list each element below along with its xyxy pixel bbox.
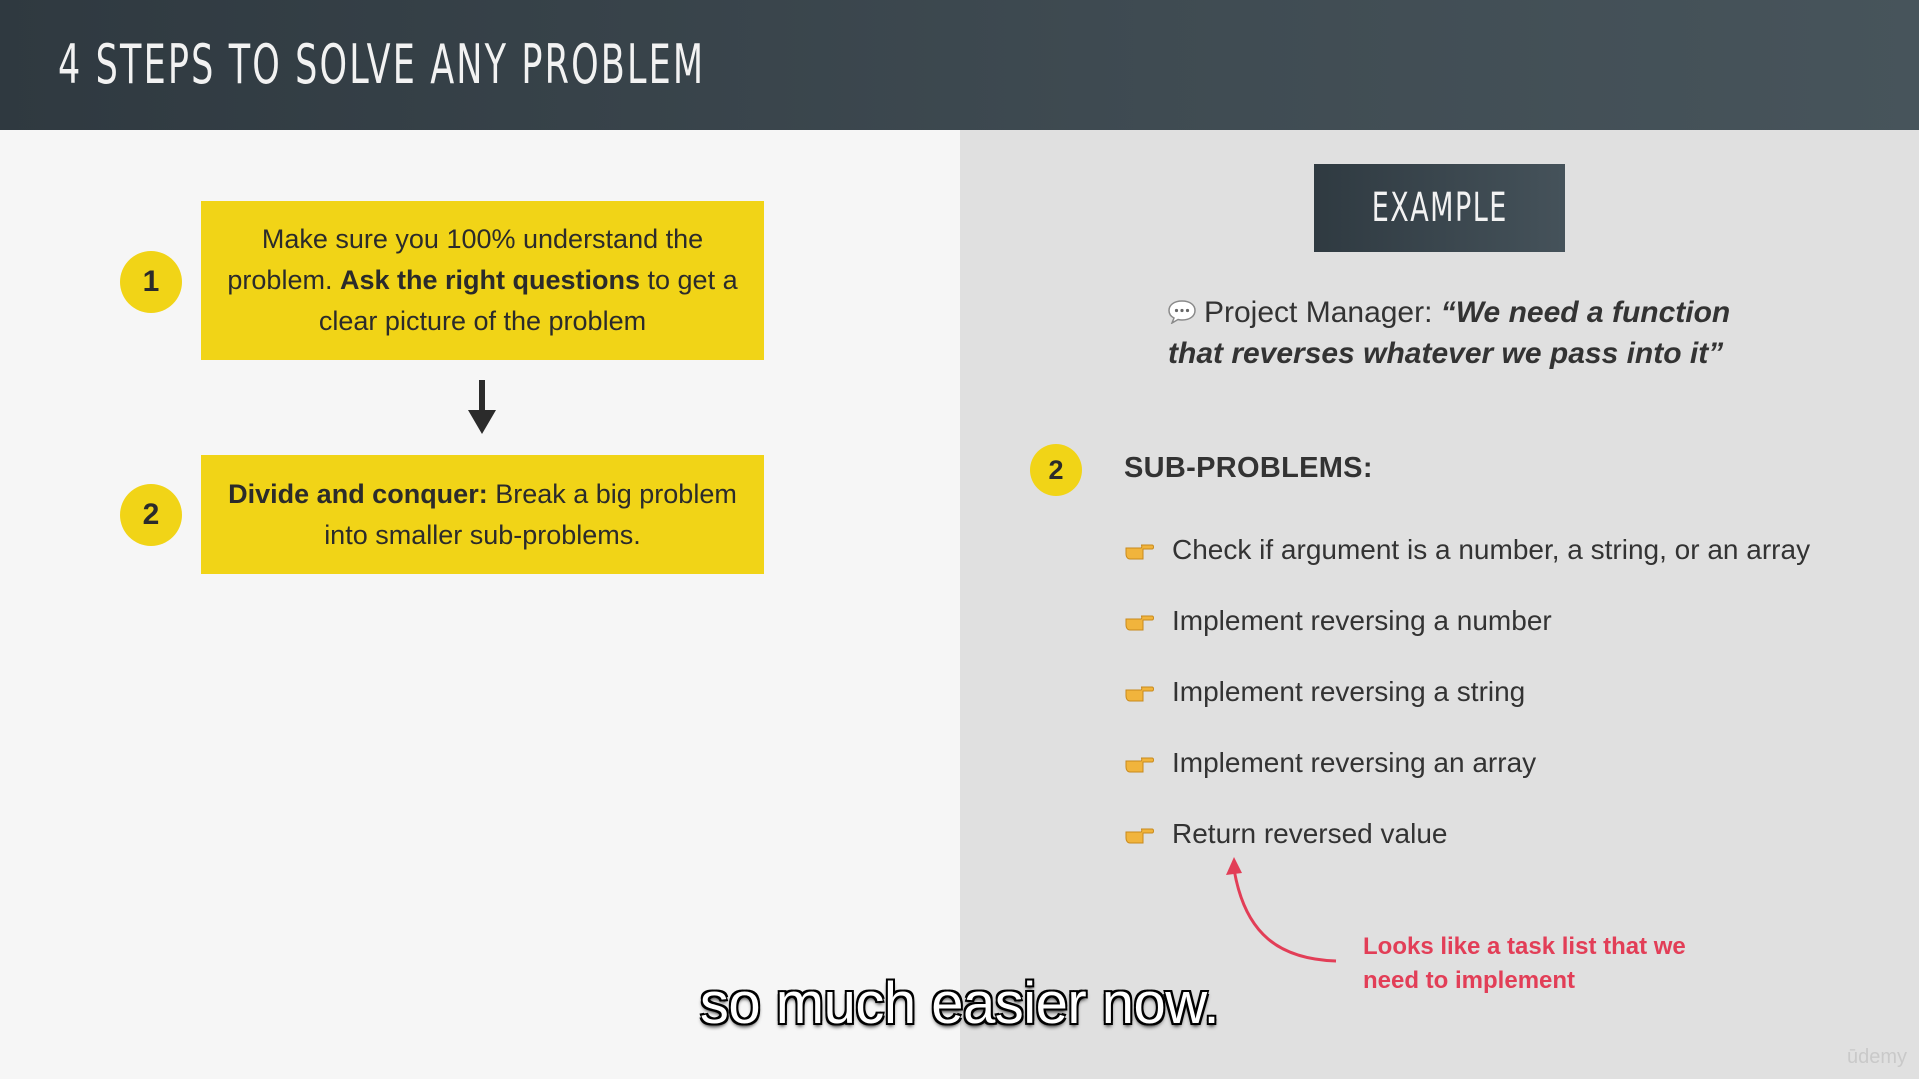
video-caption: so much easier now.	[699, 971, 1220, 1036]
slide-header: 4 Steps to solve any problem	[0, 0, 1919, 130]
udemy-watermark: ūdemy	[1846, 1046, 1907, 1068]
pointing-hand-icon	[1125, 686, 1154, 701]
step-2-text: Divide and conquer: Break a big problem …	[228, 478, 737, 550]
speaker-label: Project Manager:	[1204, 296, 1441, 329]
pointing-hand-icon	[1125, 828, 1154, 843]
step-2-badge: 2	[120, 484, 182, 546]
example-label: Example	[1371, 185, 1508, 231]
list-item: Implement reversing an array	[1124, 727, 1810, 798]
list-item: Implement reversing a number	[1124, 585, 1810, 656]
subproblems-list: Check if argument is a number, a string,…	[1124, 514, 1810, 869]
annotation-arrow-icon	[1226, 857, 1337, 963]
list-item: Implement reversing a string	[1124, 656, 1810, 727]
step-1-badge: 1	[120, 251, 182, 313]
pointing-hand-icon	[1125, 544, 1154, 559]
subproblems-heading: SUB-PROBLEMS:	[1124, 452, 1373, 484]
example-badge: Example	[1314, 164, 1565, 252]
subproblems-badge: 2	[1030, 444, 1082, 496]
slide-title: 4 Steps to solve any problem	[58, 33, 706, 96]
pointing-hand-icon	[1125, 757, 1154, 772]
list-item: Check if argument is a number, a string,…	[1124, 514, 1810, 585]
step-1-box: Make sure you 100% understand the proble…	[201, 201, 764, 360]
step-2-box: Divide and conquer: Break a big problem …	[201, 455, 764, 574]
project-manager-quote: Project Manager: “We need a function tha…	[1168, 292, 1768, 374]
step-1-text: Make sure you 100% understand the proble…	[227, 224, 738, 336]
down-arrow-icon	[468, 380, 496, 434]
speech-bubble-icon	[1168, 300, 1196, 324]
pointing-hand-icon	[1125, 615, 1154, 630]
